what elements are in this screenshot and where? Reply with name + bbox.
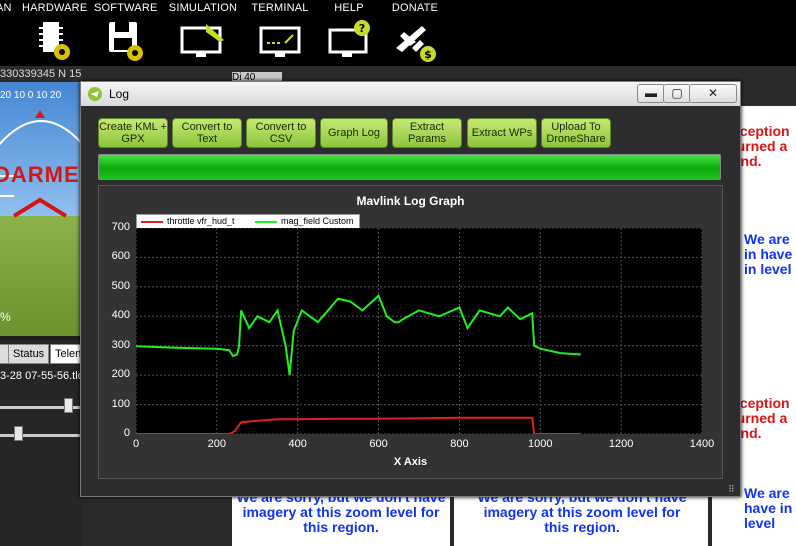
speed-slider-track[interactable] bbox=[0, 434, 82, 437]
heading-tape: 330339345 N 15 30 bbox=[0, 66, 82, 82]
legend-swatch bbox=[141, 220, 163, 223]
playback-slider-thumb[interactable] bbox=[64, 398, 73, 413]
speed-slider-thumb[interactable] bbox=[14, 426, 23, 441]
x-axis-label: X Axis bbox=[393, 456, 428, 468]
left-tabs-panel: Status Telen 3-28 07-55-56.tlo bbox=[0, 340, 87, 546]
x-tick-label: 400 bbox=[288, 438, 307, 450]
maximize-icon: ▢ bbox=[671, 86, 683, 100]
toolbar-label: HARDWARE bbox=[22, 2, 88, 14]
chart-title: Mavlink Log Graph bbox=[356, 194, 465, 208]
convert-to-csv-button[interactable]: Convert to CSV bbox=[246, 118, 316, 148]
close-icon: ✕ bbox=[707, 86, 719, 100]
aircraft-symbol-icon bbox=[12, 197, 68, 218]
toolbar-item-hardware[interactable]: HARDWARE bbox=[22, 0, 88, 66]
x-tick-label: 0 bbox=[132, 438, 140, 450]
x-tick-label: 200 bbox=[207, 438, 227, 450]
toolbar-label: AN bbox=[0, 2, 12, 14]
x-tick-label: 1400 bbox=[689, 438, 715, 450]
legend-swatch bbox=[255, 220, 277, 223]
toolbar-item-donate[interactable]: DONATE $ bbox=[388, 0, 442, 66]
minimize-icon: ▬ bbox=[645, 86, 657, 100]
app-logo-icon bbox=[88, 87, 102, 101]
monitor-plane-icon bbox=[180, 24, 224, 57]
toolbar-label: DONATE bbox=[391, 2, 439, 14]
toolbar-item-simulation[interactable]: SIMULATION bbox=[168, 0, 238, 66]
toolbar-label: SIMULATION bbox=[168, 2, 238, 14]
log-file-name: 3-28 07-55-56.tlo bbox=[0, 370, 84, 382]
legend-label: throttle vfr_hud_t bbox=[167, 216, 235, 226]
toolbar-item-help[interactable]: HELP ? bbox=[322, 0, 376, 66]
y-tick-label: 700 bbox=[111, 221, 130, 233]
y-tick-label: 100 bbox=[111, 397, 130, 410]
toolbar-label: SOFTWARE bbox=[94, 2, 158, 14]
convert-to-text-button[interactable]: Convert to Text bbox=[172, 118, 242, 148]
y-tick-label: 600 bbox=[111, 250, 130, 263]
minimize-button[interactable]: ▬ bbox=[637, 84, 665, 103]
y-tick-label: 500 bbox=[111, 279, 130, 292]
monitor-help-icon: ? bbox=[328, 20, 370, 57]
armed-status: DARMED bbox=[0, 162, 82, 187]
battery-percent: % bbox=[0, 310, 11, 324]
hud-ground bbox=[0, 216, 82, 336]
legend-item: mag_field Custom bbox=[255, 216, 354, 226]
x-tick-label: 800 bbox=[450, 438, 469, 450]
no-imagery-message: We are in have in level bbox=[744, 231, 793, 277]
toolbar-item-software[interactable]: SOFTWARE bbox=[94, 0, 158, 66]
upload-droneshare-button[interactable]: Upload To DroneShare bbox=[541, 118, 611, 148]
x-tick-label: 600 bbox=[369, 438, 388, 450]
reception-message: eception turned a und. bbox=[732, 395, 790, 441]
plot-background bbox=[136, 228, 702, 434]
x-tick-label: 1200 bbox=[608, 438, 634, 450]
y-tick-label: 400 bbox=[111, 309, 130, 322]
toolbar-item-terminal[interactable]: TERMINAL bbox=[250, 0, 310, 66]
log-window-title: Log bbox=[109, 87, 130, 101]
graph-log-button[interactable]: Graph Log bbox=[320, 118, 388, 148]
resize-grip-icon[interactable]: ⠿ bbox=[728, 484, 738, 494]
x-tick-label: 1000 bbox=[528, 438, 553, 450]
toolbar-label: TERMINAL bbox=[251, 2, 309, 14]
reception-message: eception turned a und. bbox=[732, 123, 790, 169]
create-kml-button[interactable]: Create KML + GPX bbox=[98, 118, 168, 148]
legend-label: mag_field Custom bbox=[281, 216, 354, 226]
tab-status[interactable]: Status bbox=[8, 344, 50, 364]
log-window: Log ▬ ▢ ✕ Create KML + GPX Convert to Te… bbox=[80, 81, 741, 497]
toolbar-label: HELP bbox=[334, 2, 364, 14]
no-imagery-message: We are have in level bbox=[744, 485, 793, 531]
maximize-button[interactable]: ▢ bbox=[663, 84, 691, 103]
svg-text:$: $ bbox=[424, 48, 432, 61]
y-tick-label: 200 bbox=[111, 368, 130, 381]
log-window-titlebar[interactable]: Log ▬ ▢ ✕ bbox=[81, 82, 740, 106]
toolbar-item-flight-plan[interactable]: AN bbox=[0, 0, 20, 66]
progress-bar bbox=[98, 154, 721, 180]
legend-item: throttle vfr_hud_t bbox=[141, 216, 235, 226]
floppy-gear-icon bbox=[109, 22, 143, 61]
close-button[interactable]: ✕ bbox=[689, 84, 737, 103]
chart-plot bbox=[136, 228, 702, 434]
y-tick-label: 300 bbox=[111, 338, 130, 351]
chip-gear-icon bbox=[39, 22, 70, 60]
extract-wps-button[interactable]: Extract WPs bbox=[467, 118, 537, 148]
main-toolbar: AN HARDWARE SOFTWARE SIMULATION bbox=[0, 0, 796, 66]
svg-text:?: ? bbox=[359, 22, 365, 35]
monitor-terminal-icon bbox=[259, 26, 301, 57]
graph-panel[interactable]: Mavlink Log Graph throttle vfr_hud_t mag… bbox=[98, 185, 723, 479]
extract-params-button[interactable]: Extract Params bbox=[392, 118, 462, 148]
plane-dollar-icon: $ bbox=[396, 26, 436, 62]
hud-panel: 330339345 N 15 30 20 10 0 10 20 DARMED % bbox=[0, 66, 82, 336]
